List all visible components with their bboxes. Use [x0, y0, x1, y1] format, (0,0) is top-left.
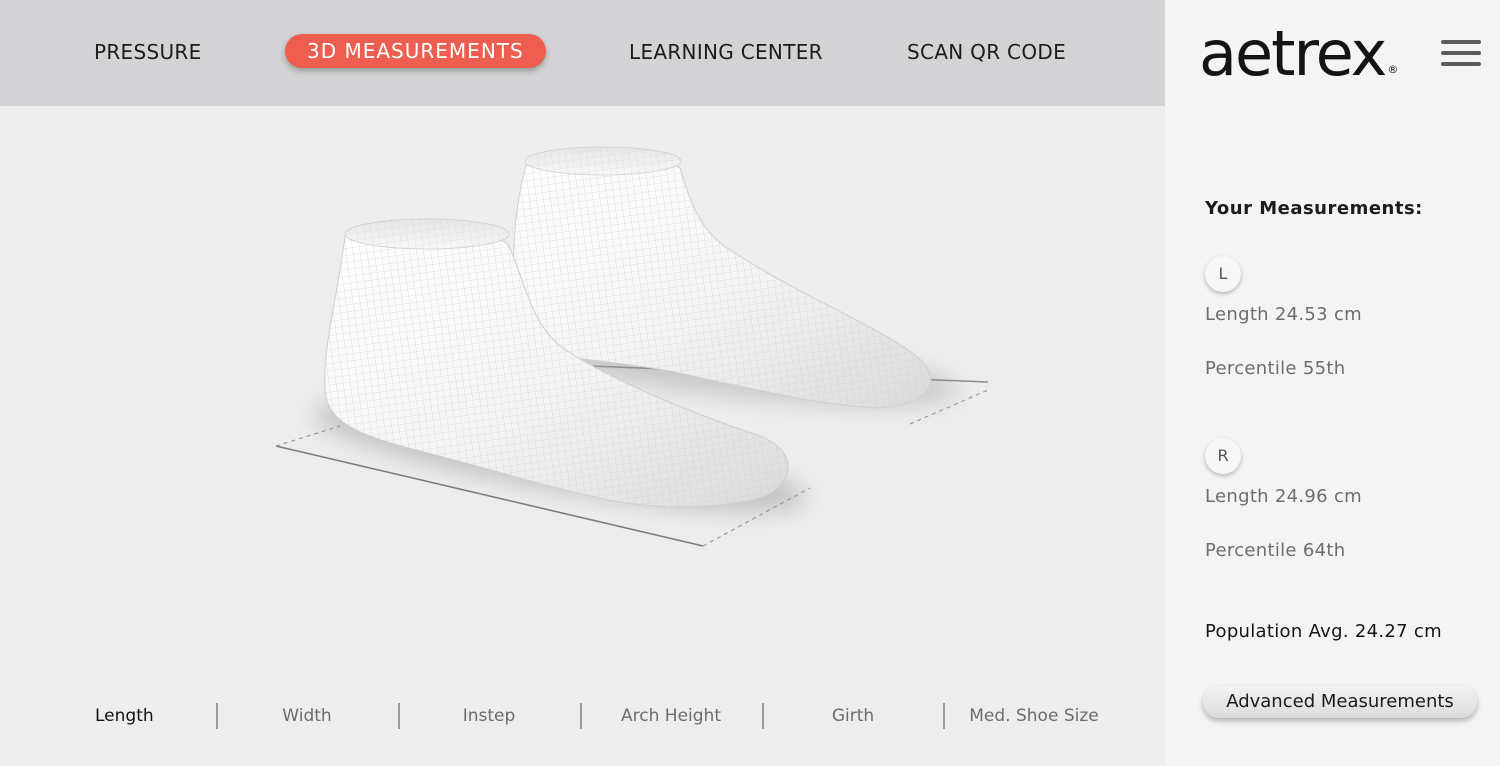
top-navigation: PRESSURE 3D MEASUREMENTS LEARNING CENTER… — [0, 0, 1165, 106]
registered-mark: ® — [1387, 63, 1399, 76]
floor-guide-dash-front-left — [275, 425, 341, 447]
metric-tab-girth[interactable]: Girth — [803, 705, 903, 727]
tab-divider — [216, 703, 218, 729]
advanced-measurements-button[interactable]: Advanced Measurements — [1203, 686, 1477, 718]
tab-divider — [762, 703, 764, 729]
measurements-panel: aetrex ® Your Measurements: L Length 24.5… — [1165, 0, 1500, 766]
left-foot-length: Length 24.53 cm — [1205, 304, 1362, 325]
nav-tab-learning-center[interactable]: LEARNING CENTER — [629, 34, 823, 70]
left-foot-badge: L — [1205, 256, 1241, 292]
metric-tab-instep[interactable]: Instep — [439, 705, 539, 727]
metric-tab-med-shoe-size[interactable]: Med. Shoe Size — [966, 705, 1102, 727]
logo-wordmark: aetrex — [1199, 17, 1387, 90]
tab-divider — [398, 703, 400, 729]
right-foot-percentile: Percentile 64th — [1205, 540, 1346, 561]
right-foot-length: Length 24.96 cm — [1205, 486, 1362, 507]
hamburger-menu-icon[interactable] — [1441, 40, 1483, 68]
tab-divider — [943, 703, 945, 729]
metric-tab-width[interactable]: Width — [257, 705, 357, 727]
foot-scan-viewer[interactable] — [0, 106, 1165, 686]
foot-scan-model — [275, 146, 989, 547]
nav-tab-pressure[interactable]: PRESSURE — [94, 34, 202, 70]
population-average: Population Avg. 24.27 cm — [1205, 621, 1442, 642]
nav-tab-3d-measurements[interactable]: 3D MEASUREMENTS — [285, 34, 546, 68]
nav-tab-scan-qr-code[interactable]: SCAN QR CODE — [907, 34, 1066, 70]
metric-tab-length[interactable]: Length — [95, 705, 157, 727]
metric-tab-arch-height[interactable]: Arch Height — [611, 705, 731, 727]
tab-divider — [580, 703, 582, 729]
aetrex-logo[interactable]: aetrex ® — [1199, 14, 1399, 112]
left-foot-percentile: Percentile 55th — [1205, 358, 1346, 379]
measurements-heading: Your Measurements: — [1205, 198, 1423, 219]
right-foot-badge: R — [1205, 438, 1241, 474]
